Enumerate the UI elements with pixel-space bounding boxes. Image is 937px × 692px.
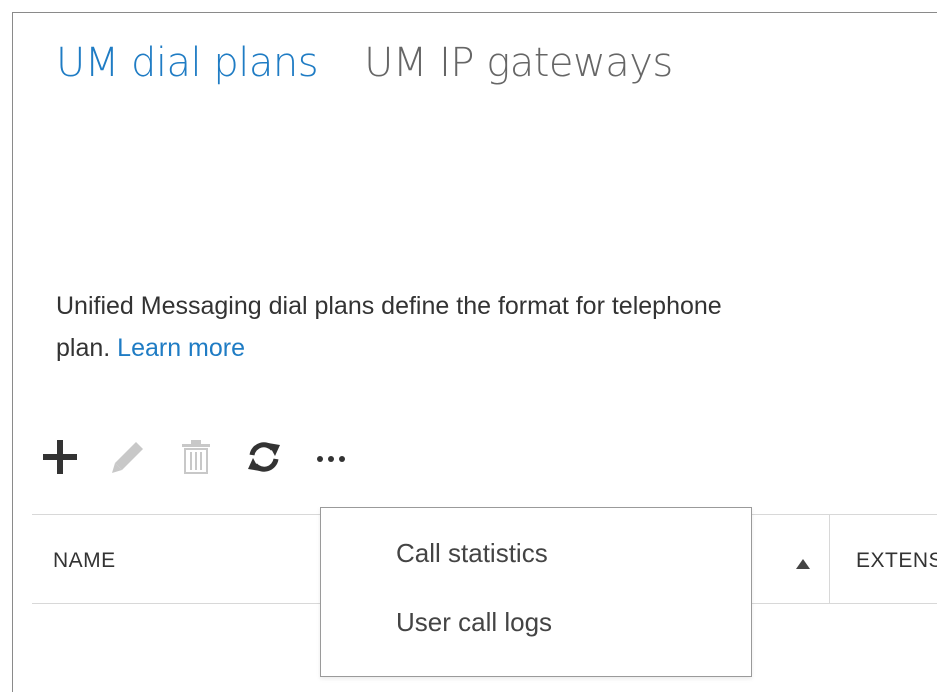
column-header-name[interactable]: NAME: [53, 549, 116, 573]
menu-item-user-call-logs[interactable]: User call logs: [396, 607, 552, 638]
description-line-1: Unified Messaging dial plans define the …: [56, 292, 722, 320]
column-header-extensions[interactable]: EXTENSIONS: [856, 549, 937, 573]
tab-um-dial-plans[interactable]: UM dial plans: [56, 40, 319, 86]
delete-button: [176, 435, 216, 479]
menu-item-call-statistics[interactable]: Call statistics: [396, 538, 548, 569]
refresh-button[interactable]: [244, 435, 284, 479]
toolbar: [40, 432, 352, 482]
edit-button: [108, 435, 148, 479]
page-description: Unified Messaging dial plans define the …: [56, 285, 937, 369]
tab-um-ip-gateways[interactable]: UM IP gateways: [364, 40, 673, 86]
plus-icon: [43, 440, 77, 474]
ellipsis-icon: [317, 456, 345, 462]
sort-ascending-icon[interactable]: [796, 559, 810, 569]
tab-bar: UM dial plans UM IP gateways: [56, 40, 719, 86]
description-line-2: plan. Learn more: [56, 327, 937, 369]
pencil-icon: [112, 442, 143, 473]
more-button[interactable]: [312, 435, 352, 479]
add-button[interactable]: [40, 435, 80, 479]
description-text: plan.: [56, 334, 118, 362]
refresh-icon: [248, 442, 280, 472]
learn-more-link[interactable]: Learn more: [117, 334, 245, 362]
column-divider[interactable]: [829, 515, 830, 603]
more-options-menu: Call statistics User call logs: [320, 507, 752, 677]
trash-icon: [182, 440, 210, 474]
